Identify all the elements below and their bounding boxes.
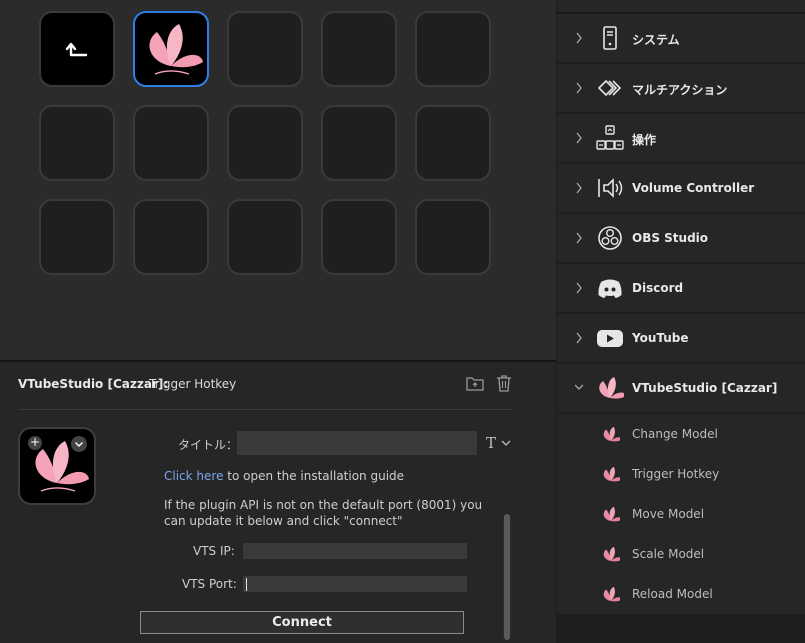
obs-icon — [598, 226, 622, 250]
empty-key[interactable] — [227, 105, 303, 181]
property-inspector: VTubeStudio [Cazzar]: Trigger Hotkey + タ… — [0, 362, 556, 643]
vts-ip-input[interactable] — [243, 543, 467, 559]
empty-key[interactable] — [321, 105, 397, 181]
navigation-icon — [596, 125, 624, 150]
selected-key[interactable] — [133, 11, 209, 87]
vtube-studio-icon — [603, 586, 620, 602]
empty-key[interactable] — [415, 199, 491, 275]
category-label: Discord — [632, 281, 684, 295]
category-label: OBS Studio — [632, 231, 709, 245]
back-arrow-icon — [65, 42, 88, 57]
vts-port-input[interactable] — [243, 576, 467, 592]
multi-action-icon — [597, 79, 622, 97]
action-item[interactable]: Move Model — [557, 494, 805, 534]
back-key[interactable] — [39, 11, 115, 87]
action-item[interactable]: Change Model — [557, 414, 805, 454]
discord-icon — [598, 279, 622, 298]
connect-button[interactable]: Connect — [140, 611, 464, 634]
action-item[interactable]: Trigger Hotkey — [557, 454, 805, 494]
action-item-label: Trigger Hotkey — [632, 467, 720, 481]
action-item-label: Reload Model — [632, 587, 713, 601]
action-list: システムマルチアクション 操作 Volume Controller OBS Studi… — [557, 0, 805, 643]
stream-deck-window: VTubeStudio [Cazzar]: Trigger Hotkey + タ… — [0, 0, 805, 643]
vtube-studio-icon — [603, 546, 620, 562]
category-label: マルチアクション — [632, 83, 728, 97]
category-label: Volume Controller — [632, 181, 755, 195]
installation-guide-link[interactable]: Click here — [164, 469, 223, 483]
empty-key[interactable] — [321, 11, 397, 87]
chevron-right-icon[interactable] — [575, 332, 583, 344]
add-icon[interactable]: + — [28, 436, 42, 450]
empty-key[interactable] — [415, 11, 491, 87]
youtube-icon — [597, 330, 623, 347]
category-label: システム — [632, 33, 680, 47]
vts-port-label: VTS Port: — [182, 577, 237, 591]
system-icon — [603, 26, 617, 50]
vts-ip-label: VTS IP: — [193, 544, 235, 558]
action-item-label: Scale Model — [632, 547, 705, 561]
chevron-right-icon[interactable] — [575, 182, 583, 194]
category-label: VTubeStudio [Cazzar] — [632, 381, 778, 395]
category-youtube[interactable]: YouTube — [557, 314, 805, 362]
empty-key[interactable] — [133, 105, 209, 181]
chevron-down-icon — [75, 442, 83, 447]
chevron-down-icon[interactable] — [575, 382, 583, 394]
plugin-name: VTubeStudio [Cazzar]: — [18, 377, 169, 391]
category-navigation[interactable]: 操作 — [557, 114, 805, 162]
action-name: Trigger Hotkey — [149, 377, 237, 391]
volume-icon — [598, 178, 623, 198]
folder-icon[interactable] — [466, 375, 484, 391]
trash-icon[interactable] — [496, 374, 512, 392]
title-format-button[interactable]: T — [486, 434, 496, 452]
title-label: タイトル： — [178, 438, 239, 452]
vtube-studio-logo — [149, 24, 203, 75]
vtube-studio-icon — [599, 377, 624, 399]
vtube-studio-icon — [603, 426, 620, 442]
category-volume[interactable]: Volume Controller — [557, 164, 805, 212]
empty-key[interactable] — [39, 105, 115, 181]
action-item-label: Change Model — [632, 427, 718, 441]
key-icon-preview[interactable]: + — [18, 427, 96, 505]
empty-key[interactable] — [227, 199, 303, 275]
chevron-right-icon[interactable] — [575, 82, 583, 94]
category-label: 操作 — [632, 133, 657, 147]
inspector-divider — [18, 409, 512, 410]
chevron-down-icon[interactable] — [501, 440, 511, 447]
action-list-header — [557, 0, 805, 13]
category-discord[interactable]: Discord — [557, 264, 805, 312]
category-label: YouTube — [632, 331, 689, 345]
category-vtube-studio[interactable]: VTubeStudio [Cazzar] — [557, 364, 805, 412]
title-input[interactable] — [237, 431, 477, 455]
action-item-label: Move Model — [632, 507, 705, 521]
guide-text: Click here to open the installation guid… — [164, 469, 404, 483]
vtube-studio-icon — [603, 466, 620, 482]
empty-key[interactable] — [227, 11, 303, 87]
empty-key[interactable] — [321, 199, 397, 275]
empty-key[interactable] — [39, 199, 115, 275]
icon-options-button[interactable] — [71, 436, 87, 452]
category-system[interactable]: システム — [557, 14, 805, 62]
chevron-right-icon[interactable] — [575, 282, 583, 294]
chevron-right-icon[interactable] — [575, 32, 583, 44]
action-item[interactable]: Scale Model — [557, 534, 805, 574]
empty-key[interactable] — [133, 199, 209, 275]
key-grid — [0, 0, 556, 360]
vtube-studio-icon — [603, 506, 620, 522]
action-item[interactable]: Reload Model — [557, 574, 805, 614]
empty-key[interactable] — [415, 105, 491, 181]
action-list-footer — [557, 614, 805, 643]
guide-text-suffix: to open the installation guide — [223, 469, 405, 483]
scrollbar-thumb[interactable] — [504, 514, 510, 640]
category-obs[interactable]: OBS Studio — [557, 214, 805, 262]
port-note: If the plugin API is not on the default … — [164, 498, 483, 528]
category-multi-action[interactable]: マルチアクション — [557, 64, 805, 112]
chevron-right-icon[interactable] — [575, 232, 583, 244]
text-caret — [246, 578, 247, 591]
chevron-right-icon[interactable] — [575, 132, 583, 144]
